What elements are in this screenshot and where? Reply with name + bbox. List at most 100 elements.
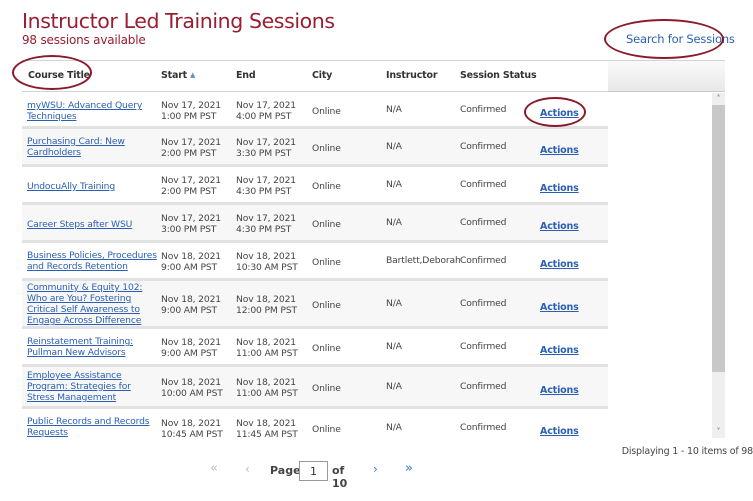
- course-title-link[interactable]: Reinstatement Training: Pullman New Advi…: [27, 336, 133, 358]
- table-row: myWSU: Advanced Query Techniques Nov 17, …: [22, 93, 608, 129]
- actions-link[interactable]: Actions: [540, 183, 579, 194]
- scroll-up-icon[interactable]: ˄: [712, 93, 725, 105]
- city-cell: Online: [312, 424, 341, 435]
- actions-link[interactable]: Actions: [540, 345, 579, 356]
- city-cell: Online: [312, 343, 341, 354]
- end-time: 11:45 AM PST: [236, 429, 298, 439]
- column-header-start[interactable]: Start ▲: [161, 70, 195, 81]
- actions-cell: Actions: [540, 302, 579, 313]
- actions-link[interactable]: Actions: [540, 385, 579, 396]
- start-cell: Nov 17, 2021 1:00 PM PST: [161, 100, 221, 122]
- instructor-cell: N/A: [386, 179, 402, 190]
- instructor-cell: N/A: [386, 422, 402, 433]
- actions-link[interactable]: Actions: [540, 221, 579, 232]
- end-time: 11:00 AM PST: [236, 388, 298, 399]
- column-header-instructor[interactable]: Instructor: [386, 70, 438, 81]
- status-cell: Confirmed: [460, 422, 507, 433]
- end-time: 10:30 AM PST: [236, 262, 298, 273]
- city-cell: Online: [312, 300, 341, 311]
- city-cell: Online: [312, 181, 341, 192]
- column-header-start-label: Start: [161, 70, 188, 81]
- grid-body: myWSU: Advanced Query Techniques Nov 17, …: [22, 93, 608, 439]
- end-cell: Nov 18, 2021 11:45 AM PST: [236, 418, 298, 439]
- instructor-cell: N/A: [386, 298, 402, 309]
- start-time: 2:00 PM PST: [161, 186, 217, 197]
- table-row: Purchasing Card: New Cardholders Nov 17, …: [22, 129, 608, 167]
- actions-link[interactable]: Actions: [540, 302, 579, 313]
- course-title-link[interactable]: myWSU: Advanced Query Techniques: [27, 100, 142, 122]
- end-date: Nov 17, 2021: [236, 137, 296, 148]
- start-time: 9:00 AM PST: [161, 305, 218, 316]
- actions-cell: Actions: [540, 345, 579, 356]
- table-row: Reinstatement Training: Pullman New Advi…: [22, 329, 608, 367]
- sessions-count: 98 sessions available: [22, 33, 146, 47]
- actions-cell: Actions: [540, 183, 579, 194]
- actions-cell: Actions: [540, 385, 579, 396]
- course-title-link[interactable]: Business Policies, Procedures and Record…: [27, 250, 157, 272]
- end-cell: Nov 18, 2021 11:00 AM PST: [236, 337, 298, 359]
- actions-link[interactable]: Actions: [540, 145, 579, 156]
- last-page-icon[interactable]: »: [405, 461, 413, 476]
- course-title-cell: Employee Assistance Program: Strategies …: [27, 370, 157, 403]
- actions-link[interactable]: Actions: [540, 259, 579, 270]
- course-title-link[interactable]: UndocuAlly Training: [27, 181, 115, 192]
- course-title-link[interactable]: Public Records and Records Requests: [27, 416, 150, 438]
- course-title-link[interactable]: Employee Assistance Program: Strategies …: [27, 370, 131, 403]
- end-time: 4:00 PM PST: [236, 111, 292, 122]
- end-cell: Nov 17, 2021 4:00 PM PST: [236, 100, 296, 122]
- vertical-scrollbar[interactable]: ˄ ˅: [712, 93, 725, 438]
- start-cell: Nov 18, 2021 9:00 AM PST: [161, 251, 221, 273]
- status-cell: Confirmed: [460, 104, 507, 115]
- column-header-city[interactable]: City: [312, 70, 332, 81]
- next-page-icon[interactable]: ›: [373, 462, 378, 476]
- search-for-sessions-link[interactable]: Search for Sessions: [626, 32, 735, 46]
- column-header-course-title[interactable]: Course Title: [28, 70, 90, 81]
- start-date: Nov 18, 2021: [161, 294, 221, 305]
- start-cell: Nov 18, 2021 9:00 AM PST: [161, 294, 221, 316]
- start-time: 1:00 PM PST: [161, 111, 217, 122]
- page-number-input[interactable]: [299, 461, 328, 481]
- course-title-link[interactable]: Community & Equity 102: Who are You? Fos…: [27, 282, 142, 326]
- instructor-cell: N/A: [386, 341, 402, 352]
- end-cell: Nov 18, 2021 10:30 AM PST: [236, 251, 298, 273]
- end-date: Nov 18, 2021: [236, 337, 296, 348]
- start-date: Nov 17, 2021: [161, 175, 221, 186]
- first-page-icon[interactable]: «: [210, 461, 218, 476]
- page-title: Instructor Led Training Sessions: [22, 9, 335, 33]
- instructor-cell: N/A: [386, 217, 402, 228]
- table-row: Career Steps after WSU Nov 17, 2021 3:00 P…: [22, 205, 608, 243]
- instructor-cell: N/A: [386, 141, 402, 152]
- course-title-cell: Career Steps after WSU: [27, 219, 157, 230]
- status-cell: Confirmed: [460, 217, 507, 228]
- start-date: Nov 17, 2021: [161, 137, 221, 148]
- end-cell: Nov 18, 2021 11:00 AM PST: [236, 377, 298, 399]
- previous-page-icon[interactable]: ‹: [245, 462, 250, 476]
- start-date: Nov 18, 2021: [161, 251, 221, 262]
- city-cell: Online: [312, 106, 341, 117]
- start-cell: Nov 17, 2021 2:00 PM PST: [161, 175, 221, 197]
- actions-link[interactable]: Actions: [540, 108, 579, 119]
- start-date: Nov 18, 2021: [161, 418, 221, 429]
- city-cell: Online: [312, 219, 341, 230]
- end-cell: Nov 17, 2021 4:30 PM PST: [236, 175, 296, 197]
- column-header-session-status[interactable]: Session Status: [460, 70, 537, 81]
- city-cell: Online: [312, 143, 341, 154]
- start-time: 2:00 PM PST: [161, 148, 217, 159]
- course-title-cell: Purchasing Card: New Cardholders: [27, 136, 157, 158]
- instructor-cell: N/A: [386, 381, 402, 392]
- items-display-count: Displaying 1 - 10 items of 98: [621, 446, 753, 457]
- course-title-cell: Community & Equity 102: Who are You? Fos…: [27, 282, 157, 326]
- course-title-link[interactable]: Career Steps after WSU: [27, 219, 132, 230]
- actions-link[interactable]: Actions: [540, 426, 579, 437]
- start-date: Nov 17, 2021: [161, 100, 221, 111]
- start-cell: Nov 18, 2021 9:00 AM PST: [161, 337, 221, 359]
- actions-cell: Actions: [540, 108, 579, 119]
- grid-header-filler: [608, 60, 725, 92]
- scrollbar-thumb[interactable]: [712, 105, 725, 372]
- course-title-link[interactable]: Purchasing Card: New Cardholders: [27, 136, 125, 158]
- actions-cell: Actions: [540, 259, 579, 270]
- scroll-down-icon[interactable]: ˅: [712, 426, 725, 438]
- status-cell: Confirmed: [460, 179, 507, 190]
- column-header-end[interactable]: End: [236, 70, 256, 81]
- end-date: Nov 18, 2021: [236, 418, 296, 429]
